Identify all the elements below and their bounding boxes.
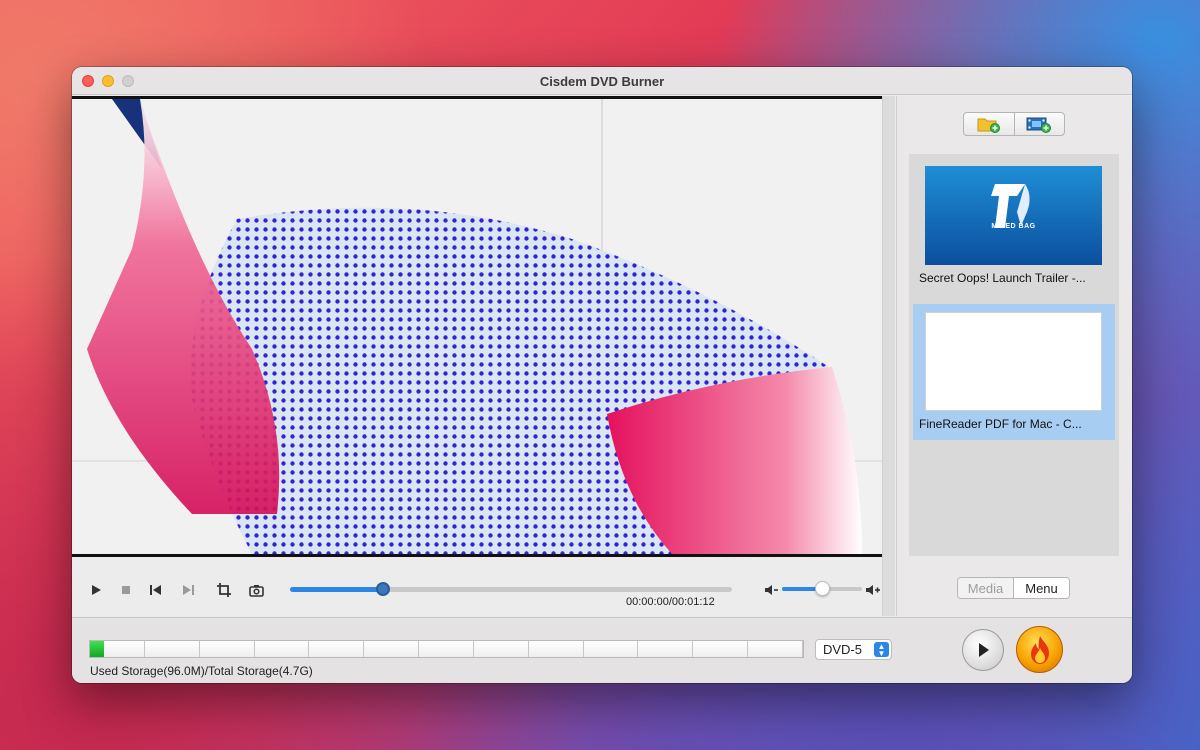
title-bar[interactable]: Cisdem DVD Burner	[72, 67, 1132, 95]
storage-segment	[638, 641, 694, 657]
tab-media[interactable]: Media	[958, 578, 1013, 598]
view-tab-switch: Media Menu	[957, 577, 1070, 599]
media-title: Secret Oops! Launch Trailer -...	[919, 271, 1086, 285]
media-title: FineReader PDF for Mac - C...	[919, 417, 1082, 431]
video-player: 00:00:00/00:01:12	[72, 96, 895, 616]
storage-label: Used Storage(96.0M)/Total Storage(4.7G)	[90, 664, 313, 678]
add-media-group	[963, 112, 1065, 136]
storage-segment	[419, 641, 474, 657]
media-sidebar: MIXED BAG Secret Oops! Launch Trailer -.…	[896, 96, 1132, 616]
storage-segment	[309, 641, 365, 657]
volume-down-icon[interactable]	[760, 579, 782, 601]
media-thumbnail	[925, 312, 1102, 411]
window-title: Cisdem DVD Burner	[539, 74, 665, 89]
crop-icon[interactable]	[213, 579, 235, 601]
storage-segment	[693, 641, 749, 657]
volume-handle[interactable]	[815, 581, 830, 596]
volume-slider[interactable]	[782, 581, 862, 596]
flame-icon	[1030, 635, 1049, 664]
media-list-item-selected[interactable]: FineReader PDF for Mac - C...	[913, 304, 1115, 440]
seek-bar-progress	[290, 587, 383, 592]
volume-up-icon[interactable]	[862, 579, 884, 601]
storage-segment	[199, 641, 255, 657]
video-preview[interactable]	[72, 96, 882, 557]
storage-segment	[364, 641, 420, 657]
playback-controls: 00:00:00/00:01:12	[72, 568, 882, 616]
add-folder-button[interactable]	[964, 113, 1014, 135]
media-list-item[interactable]: MIXED BAG Secret Oops! Launch Trailer -.…	[913, 158, 1115, 294]
storage-segment	[748, 641, 803, 657]
stop-icon[interactable]	[115, 579, 137, 601]
thumbnail-caption: MIXED BAG	[991, 223, 1036, 230]
play-icon[interactable]	[85, 579, 107, 601]
storage-segment	[144, 641, 200, 657]
skip-previous-icon[interactable]	[145, 579, 167, 601]
chevron-updown-icon: ▲ ▼	[874, 642, 889, 658]
video-frame-image	[72, 99, 882, 554]
disc-type-value: DVD-5	[823, 642, 863, 657]
film-add-icon	[1026, 117, 1052, 133]
storage-segment	[528, 641, 584, 657]
preview-play-button[interactable]	[962, 629, 1004, 671]
burn-button[interactable]	[1016, 626, 1063, 673]
app-window: Cisdem DVD Burner 00:00:00/00:01:12 MIXE…	[72, 67, 1132, 683]
side-scrollbar[interactable]	[882, 96, 895, 616]
media-thumbnail: MIXED BAG	[925, 166, 1102, 265]
skip-next-icon[interactable]	[177, 579, 199, 601]
seek-handle[interactable]	[375, 582, 390, 596]
tab-menu[interactable]: Menu	[1013, 578, 1069, 598]
storage-segment	[583, 641, 639, 657]
add-video-button[interactable]	[1013, 113, 1064, 135]
play-icon	[979, 643, 989, 657]
disc-type-select[interactable]: DVD-5 ▲ ▼	[815, 639, 892, 660]
storage-segment	[473, 641, 529, 657]
camera-icon[interactable]	[245, 579, 267, 601]
media-list[interactable]: MIXED BAG Secret Oops! Launch Trailer -.…	[909, 154, 1119, 556]
seek-bar[interactable]	[290, 582, 732, 596]
storage-meter	[89, 640, 804, 658]
storage-used-fill	[90, 641, 105, 657]
bottom-bar: Used Storage(96.0M)/Total Storage(4.7G) …	[72, 617, 1132, 683]
timecode: 00:00:00/00:01:12	[626, 596, 715, 608]
folder-add-icon	[977, 118, 1000, 133]
storage-segment	[254, 641, 310, 657]
